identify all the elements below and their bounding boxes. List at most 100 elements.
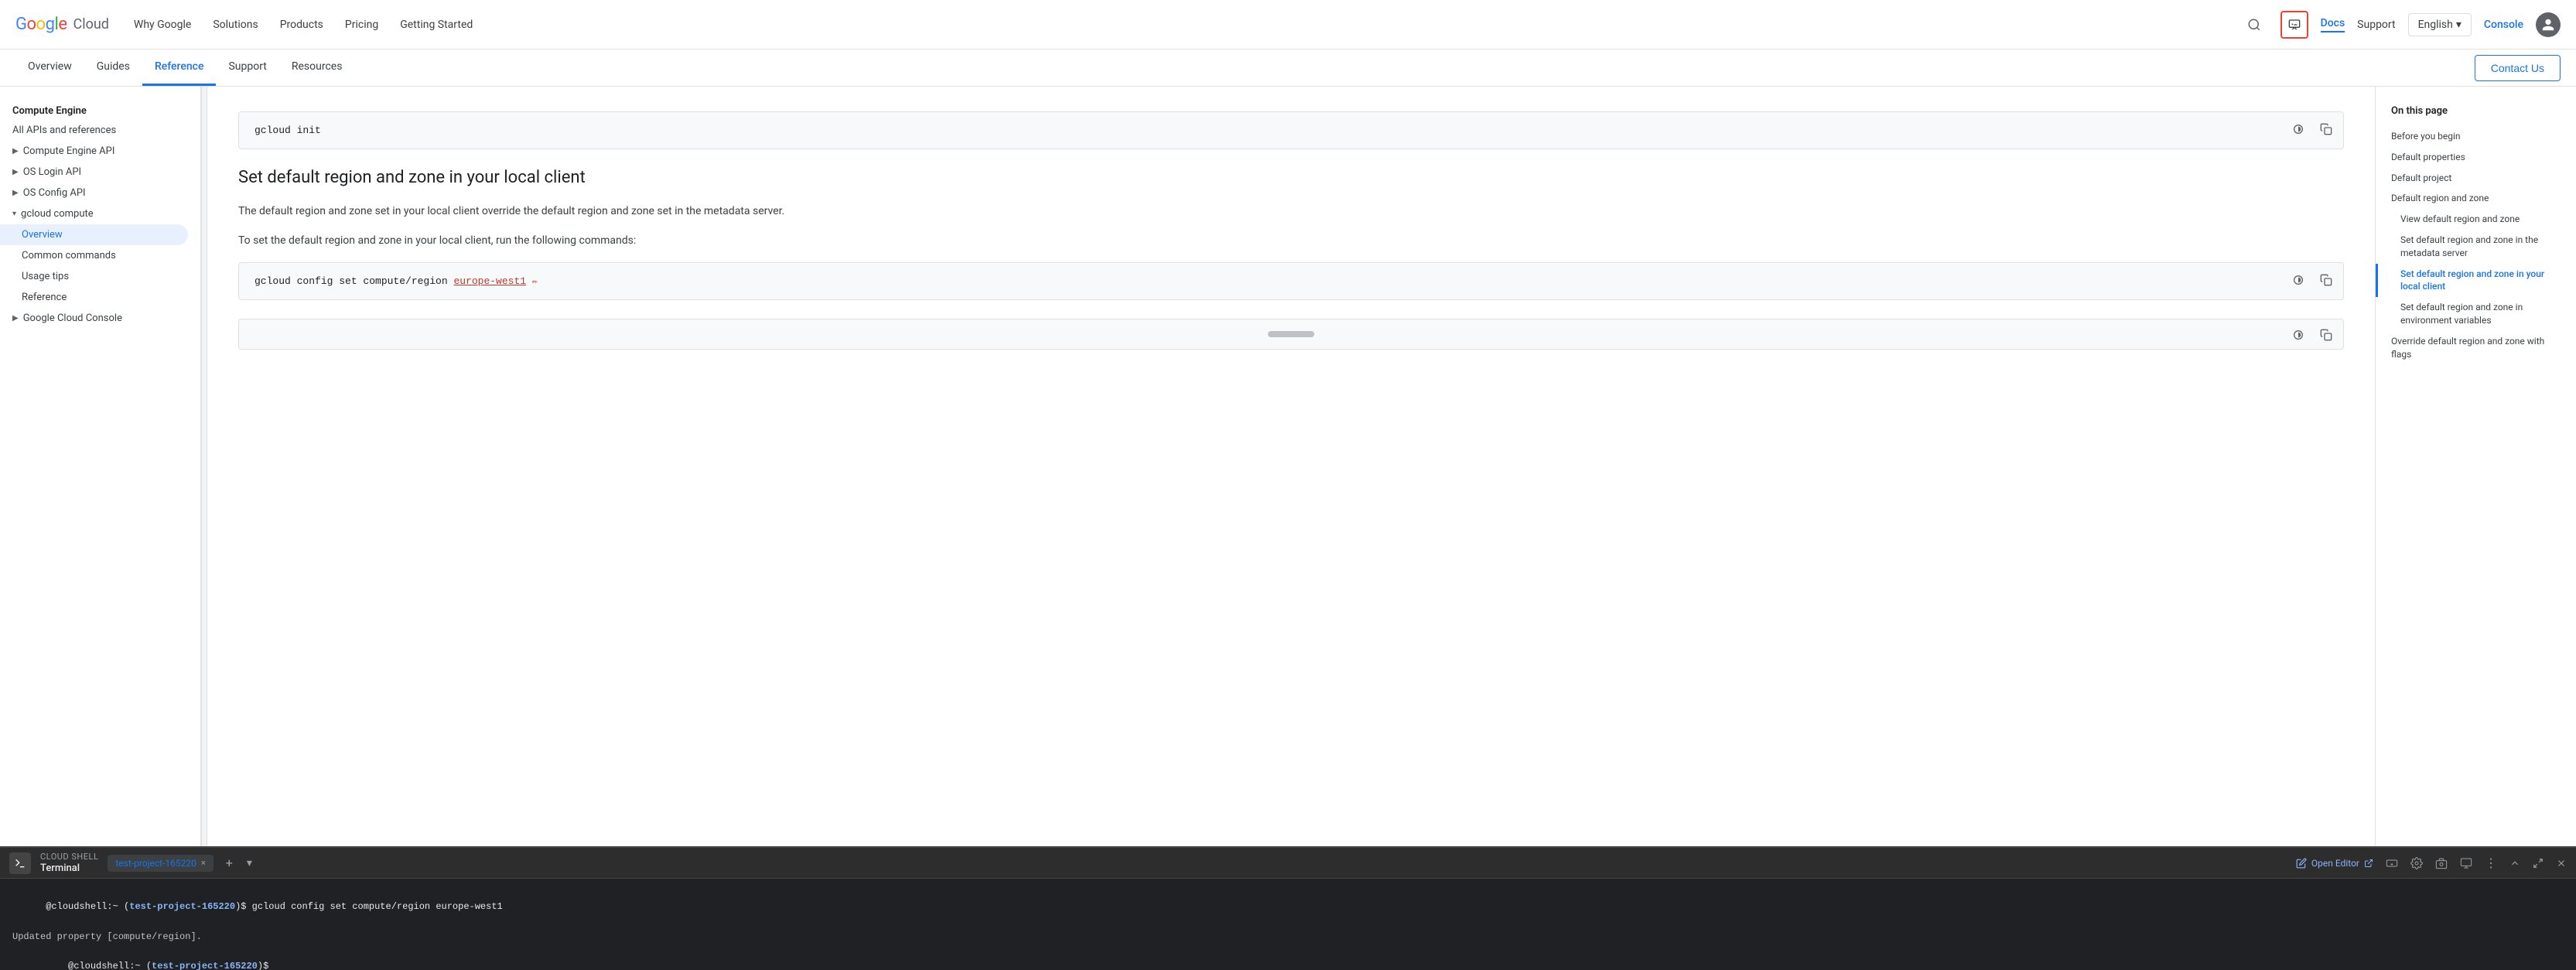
cloud-shell-toggle-button[interactable]: [2280, 11, 2308, 39]
tab-guides[interactable]: Guides: [84, 50, 142, 86]
search-button[interactable]: [2240, 11, 2268, 39]
shell-tab[interactable]: test-project-165220 ×: [108, 855, 213, 872]
sidebar-item-usage-tips[interactable]: Usage tips: [0, 266, 200, 287]
nav-right: Docs Support English ▾ Console: [2240, 11, 2561, 39]
language-label: English: [2418, 19, 2453, 31]
toc-item-default-properties[interactable]: Default properties: [2376, 147, 2576, 168]
shell-dropdown-icon[interactable]: ▾: [245, 857, 254, 869]
console-link[interactable]: Console: [2484, 19, 2523, 31]
sidebar-item-overview[interactable]: Overview: [0, 224, 188, 245]
camera-icon-button[interactable]: [2435, 857, 2448, 869]
copy-button-2[interactable]: [2315, 269, 2337, 291]
code-block-actions-3: [2287, 324, 2337, 346]
toc-item-default-region-zone[interactable]: Default region and zone: [2376, 188, 2576, 209]
section-heading: Set default region and zone in your loca…: [238, 168, 2344, 187]
region-value-link[interactable]: europe-west1: [453, 275, 526, 287]
logo-area[interactable]: Google Cloud: [15, 15, 109, 34]
toc-panel: On this page Before you begin Default pr…: [2375, 87, 2576, 846]
code-prefix: gcloud config set compute/region: [255, 275, 453, 287]
nav-solutions[interactable]: Solutions: [213, 19, 258, 31]
shell-project-1: test-project-165220: [129, 901, 235, 912]
toc-item-before-you-begin[interactable]: Before you begin: [2376, 126, 2576, 147]
code-block-more: [238, 319, 2344, 350]
toc-item-set-local-client[interactable]: Set default region and zone in your loca…: [2376, 264, 2576, 298]
dark-mode-button[interactable]: [2287, 118, 2309, 140]
nav-getting-started[interactable]: Getting Started: [400, 19, 473, 31]
open-editor-button[interactable]: Open Editor: [2296, 858, 2373, 869]
sidebar-item-os-login-api[interactable]: ▶ OS Login API: [0, 162, 200, 183]
nav-why-google[interactable]: Why Google: [134, 19, 191, 31]
sidebar-divider: [201, 87, 207, 846]
chevron-down-icon: ▾: [12, 210, 16, 218]
toc-item-view-default[interactable]: View default region and zone: [2376, 209, 2576, 230]
sidebar-item-reference[interactable]: Reference: [0, 287, 200, 308]
code-block-region: gcloud config set compute/region europe-…: [238, 262, 2344, 300]
shell-cloudshell-prefix: @cloudshell:~ (: [46, 901, 129, 912]
toc-item-set-metadata-server[interactable]: Set default region and zone in the metad…: [2376, 230, 2576, 264]
sidebar-item-all-apis[interactable]: All APIs and references: [0, 120, 200, 141]
toc-item-set-env-variables[interactable]: Set default region and zone in environme…: [2376, 297, 2576, 331]
more-options-icon[interactable]: ⋮: [2485, 856, 2497, 870]
body-para-2: To set the default region and zone in yo…: [238, 232, 2344, 249]
expand-icon-button[interactable]: [2533, 858, 2544, 869]
code-text: gcloud init: [255, 125, 321, 136]
chevron-right-icon: ▶: [12, 314, 19, 323]
code-block-actions-2: [2287, 269, 2337, 291]
sidebar-item-common-commands[interactable]: Common commands: [0, 245, 200, 266]
tab-overview[interactable]: Overview: [15, 50, 84, 86]
shell-line-2: Updated property [compute/region].: [12, 930, 2564, 944]
cloud-shell-label: CLOUD SHELL: [40, 852, 98, 862]
top-nav: Google Cloud Why Google Solutions Produc…: [0, 0, 2576, 50]
close-shell-button[interactable]: [2556, 858, 2567, 869]
tab-resources[interactable]: Resources: [279, 50, 355, 86]
code-block-gcloud-init: gcloud init: [238, 111, 2344, 149]
google-logo: Google: [15, 15, 67, 34]
shell-tab-close-icon[interactable]: ×: [201, 858, 206, 868]
sidebar-item-google-cloud-console[interactable]: ▶ Google Cloud Console: [0, 308, 200, 329]
sidebar-label: All APIs and references: [12, 125, 116, 136]
sidebar-item-compute-engine-api[interactable]: ▶ Compute Engine API: [0, 141, 200, 162]
sidebar: Compute Engine All APIs and references ▶…: [0, 87, 201, 846]
sidebar-label: OS Config API: [23, 187, 86, 199]
toc-item-override-flags[interactable]: Override default region and zone with fl…: [2376, 331, 2576, 365]
nav-pricing[interactable]: Pricing: [345, 19, 378, 31]
sidebar-section-title: Compute Engine: [0, 99, 200, 120]
contact-us-button[interactable]: Contact Us: [2475, 55, 2561, 81]
toc-item-default-project[interactable]: Default project: [2376, 168, 2576, 189]
support-link[interactable]: Support: [2357, 19, 2395, 31]
sidebar-item-os-config-api[interactable]: ▶ OS Config API: [0, 183, 200, 203]
dark-mode-button-2[interactable]: [2287, 269, 2309, 291]
main-layout: Compute Engine All APIs and references ▶…: [0, 87, 2576, 846]
shell-terminal-body[interactable]: @cloudshell:~ (test-project-165220)$ gcl…: [0, 879, 2576, 970]
chevron-right-icon: ▶: [12, 147, 19, 155]
monitor-icon-button[interactable]: [2460, 857, 2472, 869]
collapse-icon-button[interactable]: [2509, 858, 2520, 869]
user-avatar[interactable]: [2536, 12, 2561, 37]
keyboard-icon-button[interactable]: [2386, 857, 2398, 869]
docs-link[interactable]: Docs: [2321, 17, 2345, 32]
dark-mode-button-3[interactable]: [2287, 324, 2309, 346]
language-select[interactable]: English ▾: [2408, 13, 2472, 36]
sidebar-item-gcloud-compute[interactable]: ▾ gcloud compute: [0, 203, 200, 224]
tab-reference[interactable]: Reference: [142, 50, 217, 86]
language-chevron-icon: ▾: [2456, 19, 2462, 31]
toc-title: On this page: [2376, 105, 2576, 126]
copy-button[interactable]: [2315, 118, 2337, 140]
sidebar-label: OS Login API: [23, 166, 81, 178]
nav-links: Why Google Solutions Products Pricing Ge…: [134, 19, 2240, 31]
code-block-actions: [2287, 118, 2337, 140]
sub-nav: Overview Guides Reference Support Resour…: [0, 50, 2576, 87]
cloud-shell-title: Terminal: [40, 862, 98, 874]
main-content: gcloud init Set default region and zone …: [207, 87, 2375, 846]
copy-button-3[interactable]: [2315, 324, 2337, 346]
nav-products[interactable]: Products: [280, 19, 323, 31]
edit-icon[interactable]: ✏: [532, 276, 538, 287]
sidebar-label: Usage tips: [22, 271, 69, 282]
cloud-shell-icon: [9, 852, 31, 874]
shell-add-button[interactable]: +: [223, 856, 236, 870]
tab-support[interactable]: Support: [216, 50, 278, 86]
sidebar-label: Reference: [22, 292, 67, 303]
settings-icon-button[interactable]: [2410, 857, 2423, 869]
cloud-shell-header: CLOUD SHELL Terminal test-project-165220…: [0, 848, 2576, 879]
shell-cloudshell-prefix-2: @cloudshell:~ (: [46, 961, 152, 970]
